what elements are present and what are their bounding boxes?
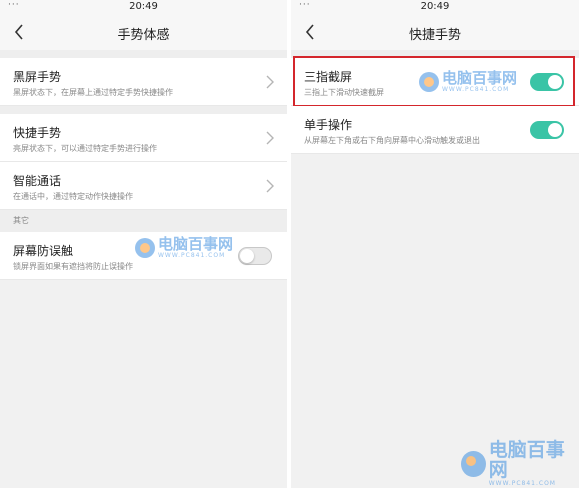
watermark-text: 电脑百事网	[158, 235, 234, 253]
chevron-right-icon	[266, 131, 274, 145]
section-label: 其它	[13, 216, 29, 225]
watermark-url: WWW.PC841.COM	[442, 86, 510, 93]
watermark-text: 电脑百事网	[488, 439, 565, 481]
header: 手势体感	[0, 14, 287, 50]
list-item-black-screen-gesture[interactable]: 黑屏手势 黑屏状态下，在屏幕上通过特定手势快捷操作	[0, 58, 287, 106]
one-hand-mode-toggle[interactable]	[530, 121, 564, 139]
watermark-url: WWW.PC841.COM	[488, 480, 556, 487]
item-subtitle: 三指上下滑动快速截屏	[304, 88, 384, 97]
page-title: 快捷手势	[408, 28, 461, 43]
status-bar: ··· 20:49	[0, 0, 287, 14]
list-item-three-finger-screenshot: 三指截屏 三指上下滑动快速截屏 电脑百事网 WWW.PC841.COM	[291, 56, 579, 107]
chevron-right-icon	[266, 75, 274, 89]
page-title: 手势体感	[117, 28, 170, 43]
list-item-one-hand-mode: 单手操作 从屏幕左下角或右下角向屏幕中心滑动触发或退出	[291, 106, 579, 154]
item-subtitle: 黑屏状态下，在屏幕上通过特定手势快捷操作	[13, 88, 173, 97]
item-subtitle: 亮屏状态下，可以通过特定手势进行操作	[13, 144, 157, 153]
chevron-right-icon	[266, 179, 274, 193]
item-title: 黑屏手势	[13, 70, 62, 84]
watermark-text: 电脑百事网	[442, 69, 518, 87]
header: 快捷手势	[291, 14, 579, 50]
item-title: 屏幕防误触	[13, 244, 74, 258]
section-header: 其它	[0, 210, 287, 232]
item-title: 单手操作	[304, 118, 353, 132]
watermark-logo-icon	[419, 71, 439, 92]
watermark: 电脑百事网 WWW.PC841.COM	[461, 440, 579, 487]
status-bar: ··· 20:49	[291, 0, 579, 14]
left-screen: ··· 20:49 手势体感 黑屏手势 黑屏状态下，在屏幕上通过特定手势快捷操作…	[0, 0, 287, 488]
watermark: 电脑百事网 WWW.PC841.COM	[135, 236, 233, 259]
item-subtitle: 锁屏界面如果有遮挡将防止误操作	[13, 262, 133, 271]
watermark-logo-icon	[461, 450, 486, 477]
three-finger-screenshot-toggle[interactable]	[530, 73, 564, 91]
item-title: 三指截屏	[304, 70, 353, 84]
item-subtitle: 从屏幕左下角或右下角向屏幕中心滑动触发或退出	[304, 136, 480, 145]
list-item-smart-call[interactable]: 智能通话 在通话中，通过特定动作快捷操作	[0, 162, 287, 210]
right-screen: ··· 20:49 快捷手势 三指截屏 三指上下滑动快速截屏 电脑百事网 WWW…	[291, 0, 579, 488]
watermark-url: WWW.PC841.COM	[158, 252, 226, 259]
anti-mistouch-toggle[interactable]	[238, 247, 272, 265]
item-title: 快捷手势	[13, 126, 62, 140]
item-subtitle: 在通话中，通过特定动作快捷操作	[13, 192, 133, 201]
watermark: 电脑百事网 WWW.PC841.COM	[419, 70, 517, 93]
list-item-quick-gesture[interactable]: 快捷手势 亮屏状态下，可以通过特定手势进行操作	[0, 114, 287, 162]
status-time: 20:49	[129, 1, 158, 12]
status-time: 20:49	[420, 1, 450, 12]
watermark-logo-icon	[135, 237, 155, 258]
item-title: 智能通话	[13, 174, 62, 188]
